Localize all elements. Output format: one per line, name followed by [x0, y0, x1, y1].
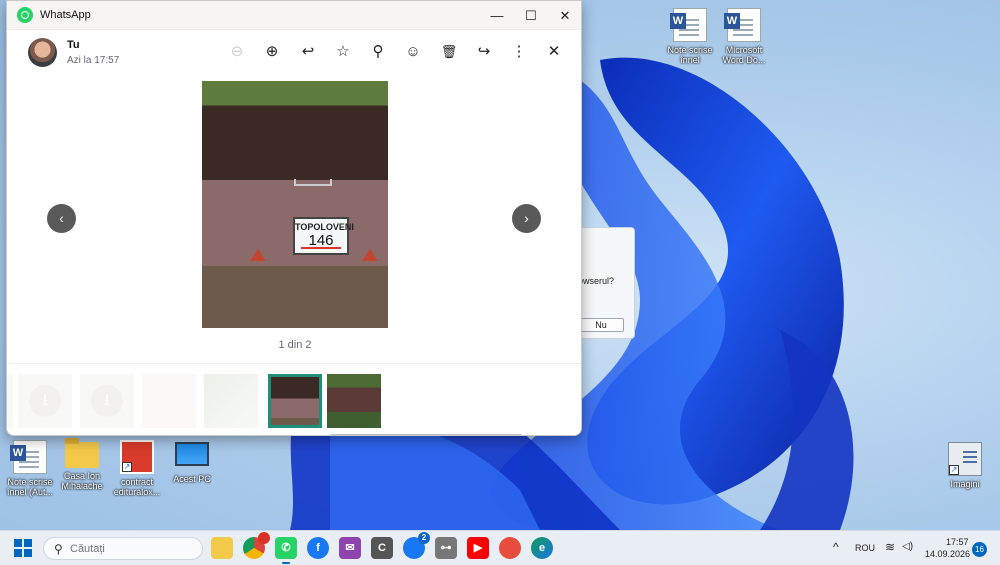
reflector-icon [362, 249, 378, 261]
shortcut-arrow-icon: ↗ [949, 465, 959, 475]
desktop-icon-casa[interactable]: Casa Ion Mihalache [52, 438, 112, 491]
shortcut-arrow-icon: ↗ [122, 462, 132, 472]
main-photo[interactable]: TOPOLOVENI 146 [202, 81, 388, 328]
thumbnail-strip: ⭳ ⭳ [7, 363, 581, 435]
photo-sign: TOPOLOVENI 146 [293, 217, 354, 255]
word-document-icon: W [670, 8, 707, 42]
desktop-icon-label: Imagini [950, 479, 980, 489]
image-file-icon: ↗ [120, 440, 154, 474]
notification-badge[interactable]: 16 [972, 542, 987, 557]
next-image-button[interactable]: › [512, 204, 541, 233]
thumbnail[interactable] [204, 374, 258, 428]
clock-date[interactable]: 14.09.2026 [925, 549, 970, 559]
search-icon: ⚲ [54, 542, 63, 556]
desktop-icon-label: Note scrise înnel [667, 45, 713, 65]
desktop-icon-contract[interactable]: ↗ contract edituraloх... [107, 440, 167, 497]
window-close-button[interactable]: ✕ [548, 1, 581, 30]
desktop-icon-note-scrise-left[interactable]: W Note scrise înnel (Aut... [0, 440, 60, 497]
desktop-icon-imagini[interactable]: ↗ Imagini [935, 442, 995, 489]
images-folder-icon: ↗ [948, 442, 982, 476]
reflector-icon [250, 249, 266, 261]
close-viewer-icon[interactable]: ✕ [544, 42, 564, 62]
desktop-icon-label: Acest PC [173, 474, 211, 484]
chrome-icon[interactable] [243, 532, 270, 559]
previous-image-button[interactable]: ‹ [47, 204, 76, 233]
desktop-icon-acest-pc[interactable]: Acest PC [162, 442, 222, 484]
clock-time[interactable]: 17:57 [946, 537, 969, 547]
desktop-icon-label: contract edituraloх... [113, 477, 161, 497]
red-app-icon[interactable] [499, 537, 521, 559]
whatsapp-logo-icon [17, 7, 33, 23]
whatsapp-taskbar-icon[interactable]: ✆ [275, 537, 297, 564]
delete-icon[interactable]: 🗑 [439, 42, 459, 62]
desktop-icon-label: Casa Ion Mihalache [61, 471, 103, 491]
star-icon[interactable]: ☆ [333, 42, 353, 62]
media-viewer-stage: TOPOLOVENI 146 ‹ › 1 din 2 [7, 76, 581, 362]
download-icon: ⭳ [91, 385, 123, 417]
photo-handle [294, 179, 332, 186]
c-app-icon[interactable]: C [371, 537, 393, 559]
key-app-icon[interactable]: ⊶ [435, 537, 457, 559]
image-counter: 1 din 2 [278, 339, 312, 351]
window-title: WhatsApp [40, 9, 91, 21]
folder-icon [65, 438, 99, 468]
search-input[interactable] [70, 541, 195, 557]
sender-time: Azi la 17:57 [67, 55, 120, 66]
youtube-icon[interactable]: ▶ [467, 537, 489, 559]
desktop-icon-label: Microsoft Word Do... [722, 45, 766, 65]
taskbar: ⚲ ✆ f ✉ C 2 ⊶ ▶ e ^ ROU ≋ ◁) 17:57 14.09… [0, 530, 1000, 565]
thumbnail-scrollbar[interactable] [330, 434, 522, 435]
desktop-icon-word[interactable]: W Microsoft Word Do... [714, 8, 774, 65]
messenger-badge: 2 [418, 532, 430, 544]
pin-icon[interactable]: ⚲ [368, 42, 388, 62]
messenger-icon[interactable]: 2 [403, 532, 430, 559]
wifi-icon[interactable]: ≋ [885, 540, 895, 554]
language-indicator[interactable]: ROU [855, 543, 875, 553]
window-titlebar[interactable]: WhatsApp — ☐ ✕ [7, 1, 581, 30]
thumbnail-active[interactable] [268, 374, 322, 428]
facebook-icon[interactable]: f [307, 537, 329, 559]
dialog-text: owserul? [578, 276, 615, 286]
thumbnail[interactable]: ⭳ [18, 374, 72, 428]
media-viewer-header: Tu Azi la 17:57 ⊖ ⊕ ↩ ☆ ⚲ ☺ 🗑 ↪ ⋮ ✕ [7, 30, 581, 76]
minimize-button[interactable]: — [480, 1, 514, 30]
thumbnail[interactable] [142, 374, 196, 428]
computer-icon [175, 442, 209, 466]
desktop-icon-label: Note scrise înnel (Aut... [6, 477, 54, 497]
start-button[interactable] [14, 539, 32, 557]
word-document-icon: W [10, 440, 47, 474]
zoom-out-icon[interactable]: ⊖ [227, 42, 247, 62]
sender-name: Tu [67, 39, 80, 51]
dialog-no-button[interactable]: Nu [578, 318, 624, 332]
mail-icon[interactable]: ✉ [339, 537, 361, 559]
thumbnail[interactable] [327, 374, 381, 428]
zoom-in-icon[interactable]: ⊕ [262, 42, 282, 62]
tray-chevron-icon[interactable]: ^ [833, 540, 839, 554]
maximize-button[interactable]: ☐ [514, 1, 548, 30]
thumbnail[interactable] [7, 374, 13, 428]
emoji-react-icon[interactable]: ☺ [403, 42, 423, 62]
word-document-icon: W [724, 8, 761, 42]
avatar[interactable] [28, 38, 57, 67]
download-icon: ⭳ [29, 385, 61, 417]
forward-icon[interactable]: ↪ [474, 42, 494, 62]
more-options-icon[interactable]: ⋮ [509, 42, 529, 62]
file-explorer-icon[interactable] [211, 537, 233, 559]
whatsapp-window: WhatsApp — ☐ ✕ Tu Azi la 17:57 ⊖ ⊕ ↩ ☆ ⚲… [6, 0, 582, 436]
thumbnail[interactable]: ⭳ [80, 374, 134, 428]
desktop-icon-note-scrise-right[interactable]: W Note scrise înnel [660, 8, 720, 65]
volume-icon[interactable]: ◁) [902, 541, 913, 552]
edge-icon[interactable]: e [531, 537, 553, 559]
taskbar-search[interactable]: ⚲ [43, 537, 203, 560]
reply-icon[interactable]: ↩ [298, 42, 318, 62]
